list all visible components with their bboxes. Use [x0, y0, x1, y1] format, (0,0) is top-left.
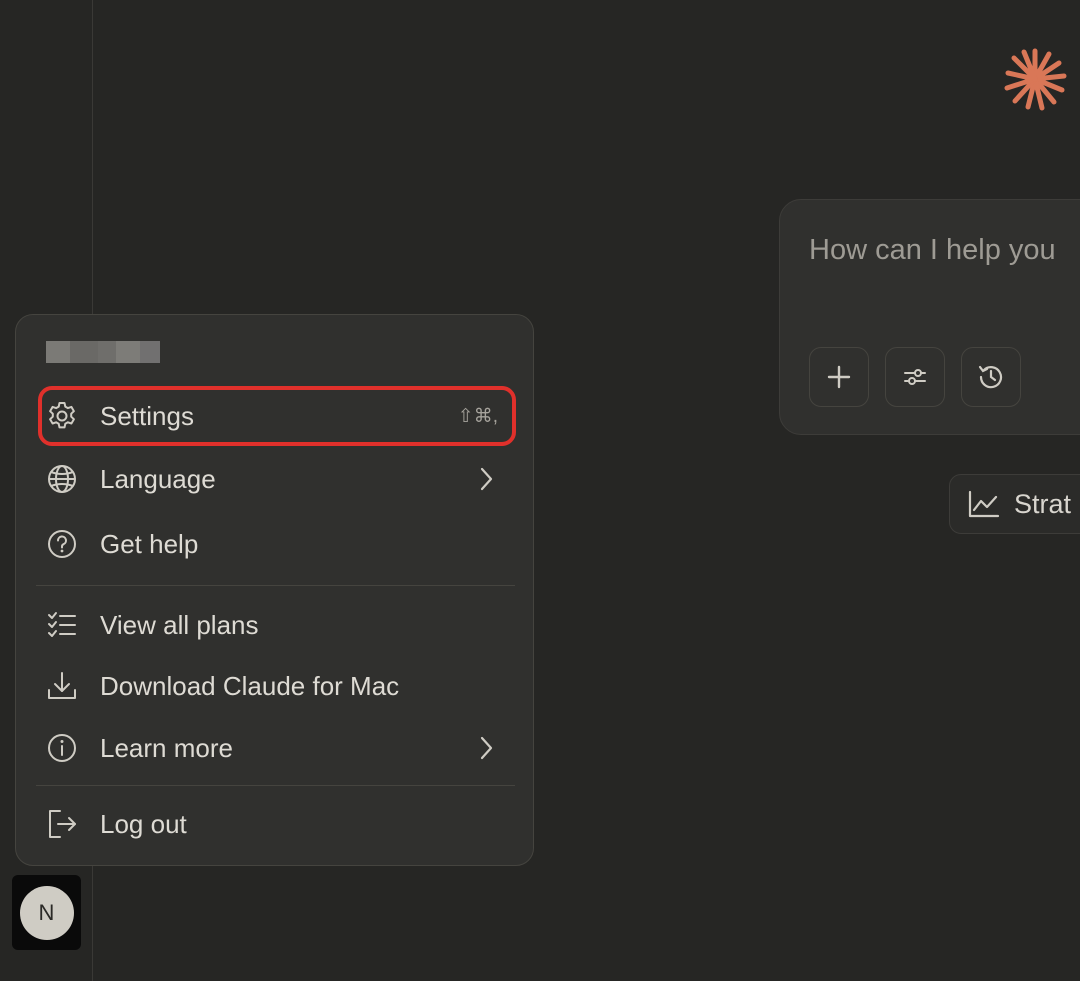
menu-item-label: Download Claude for Mac — [100, 670, 400, 701]
menu-item-label: View all plans — [100, 609, 259, 640]
download-icon — [46, 670, 78, 702]
menu-item-learn-more[interactable]: Learn more — [38, 718, 516, 778]
keyboard-shortcut: ⇧⌘, — [457, 405, 498, 427]
logout-icon — [46, 808, 78, 840]
menu-divider — [36, 785, 515, 786]
chevron-right-icon — [476, 734, 496, 762]
menu-item-view-all-plans[interactable]: View all plans — [38, 595, 516, 655]
account-email-redacted — [46, 341, 160, 363]
tools-button[interactable] — [885, 347, 945, 407]
chat-composer[interactable]: How can I help you — [779, 199, 1080, 435]
menu-item-label: Language — [100, 463, 216, 494]
composer-placeholder[interactable]: How can I help you — [809, 234, 1056, 267]
chevron-right-icon — [476, 465, 496, 493]
account-menu: Settings ⇧⌘, Language Get help View all … — [15, 314, 534, 866]
sliders-icon — [902, 364, 928, 390]
help-circle-icon — [46, 528, 78, 560]
menu-item-label: Log out — [100, 808, 187, 839]
menu-item-get-help[interactable]: Get help — [38, 514, 516, 574]
app-window: How can I help you Strat Settings ⇧⌘, La… — [0, 0, 1080, 981]
claude-logo-icon — [1002, 46, 1068, 112]
history-button[interactable] — [961, 347, 1021, 407]
add-attachment-button[interactable] — [809, 347, 869, 407]
info-icon — [46, 732, 78, 764]
menu-item-label: Settings — [100, 400, 194, 431]
globe-icon — [46, 463, 78, 495]
avatar: N — [19, 885, 74, 940]
menu-item-download-mac[interactable]: Download Claude for Mac — [38, 656, 516, 716]
plus-icon — [826, 364, 852, 390]
user-avatar-button[interactable]: N — [12, 875, 81, 950]
suggestion-chip-label: Strat — [1014, 488, 1072, 519]
menu-item-label: Learn more — [100, 732, 233, 763]
suggestion-chip-strategy[interactable]: Strat — [949, 474, 1080, 534]
menu-item-log-out[interactable]: Log out — [38, 794, 516, 854]
menu-divider — [36, 585, 515, 586]
checklist-icon — [46, 609, 78, 641]
menu-item-label: Get help — [100, 528, 199, 559]
menu-item-settings[interactable]: Settings ⇧⌘, — [38, 386, 516, 446]
chart-line-icon — [968, 490, 1000, 518]
gear-icon — [46, 400, 78, 432]
menu-item-language[interactable]: Language — [38, 449, 516, 509]
clock-history-icon — [975, 361, 1007, 393]
